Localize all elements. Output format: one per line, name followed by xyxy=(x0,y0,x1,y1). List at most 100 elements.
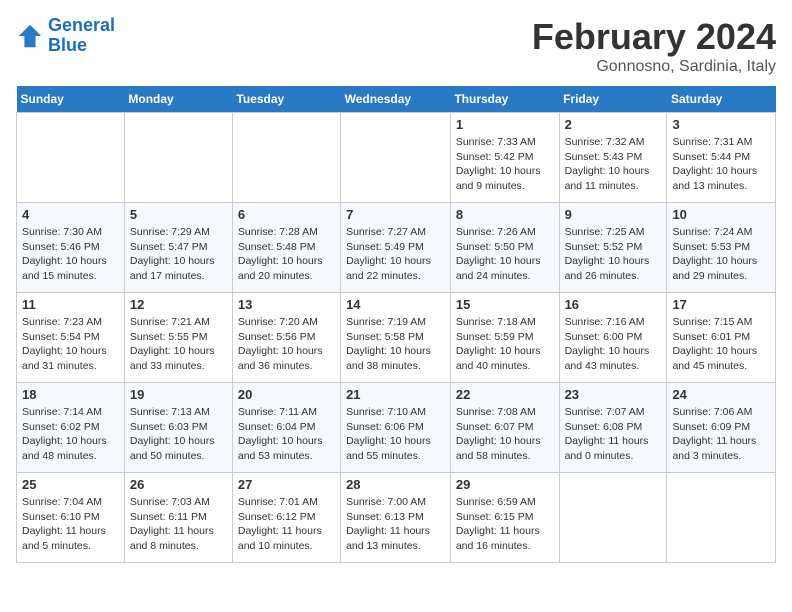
day-number: 22 xyxy=(456,387,554,402)
day-info: Sunrise: 7:03 AM Sunset: 6:11 PM Dayligh… xyxy=(130,495,227,554)
calendar-day-cell xyxy=(667,473,776,563)
day-number: 9 xyxy=(565,207,662,222)
day-number: 11 xyxy=(22,297,119,312)
weekday-header-cell: Wednesday xyxy=(341,86,451,113)
weekday-header-cell: Tuesday xyxy=(232,86,340,113)
calendar-day-cell: 16Sunrise: 7:16 AM Sunset: 6:00 PM Dayli… xyxy=(559,293,667,383)
calendar-day-cell xyxy=(232,113,340,203)
calendar-week-row: 4 Sunrise: 7:30 AM Sunset: 5:46 PM Daylig… xyxy=(17,203,776,293)
calendar-day-cell: 8 Sunrise: 7:26 AM Sunset: 5:50 PM Daylig… xyxy=(450,203,559,293)
calendar-day-cell: 10 Sunrise: 7:24 AM Sunset: 5:53 PM Dayli… xyxy=(667,203,776,293)
day-info: Sunrise: 7:29 AM Sunset: 5:47 PM Dayligh… xyxy=(130,225,227,284)
calendar-day-cell xyxy=(559,473,667,563)
calendar-week-row: 18Sunrise: 7:14 AM Sunset: 6:02 PM Dayli… xyxy=(17,383,776,473)
calendar-day-cell: 25 Sunrise: 7:04 AM Sunset: 6:10 PM Dayli… xyxy=(17,473,125,563)
calendar-day-cell xyxy=(17,113,125,203)
calendar-day-cell: 5 Sunrise: 7:29 AM Sunset: 5:47 PM Daylig… xyxy=(124,203,232,293)
calendar-day-cell: 28 Sunrise: 7:00 AM Sunset: 6:13 PM Dayli… xyxy=(341,473,451,563)
day-info: Sunrise: 7:01 AM Sunset: 6:12 PM Dayligh… xyxy=(238,495,335,554)
day-info: Sunrise: 7:23 AM Sunset: 5:54 PM Dayligh… xyxy=(22,315,119,374)
day-info: Sunrise: 7:20 AM Sunset: 5:56 PM Dayligh… xyxy=(238,315,335,374)
title-area: February 2024 Gonnosno, Sardinia, Italy xyxy=(532,16,776,76)
calendar-day-cell: 24 Sunrise: 7:06 AM Sunset: 6:09 PM Dayli… xyxy=(667,383,776,473)
day-info: Sunrise: 7:21 AM Sunset: 5:55 PM Dayligh… xyxy=(130,315,227,374)
day-info: Sunrise: 7:13 AM Sunset: 6:03 PM Dayligh… xyxy=(130,405,227,464)
day-number: 26 xyxy=(130,477,227,492)
day-info: Sunrise: 7:32 AM Sunset: 5:43 PM Dayligh… xyxy=(565,135,662,194)
day-number: 8 xyxy=(456,207,554,222)
day-info: Sunrise: 7:24 AM Sunset: 5:53 PM Dayligh… xyxy=(672,225,770,284)
day-number: 7 xyxy=(346,207,445,222)
day-info: Sunrise: 7:06 AM Sunset: 6:09 PM Dayligh… xyxy=(672,405,770,464)
weekday-header-cell: Friday xyxy=(559,86,667,113)
day-number: 1 xyxy=(456,117,554,132)
weekday-header-cell: Saturday xyxy=(667,86,776,113)
day-info: Sunrise: 7:11 AM Sunset: 6:04 PM Dayligh… xyxy=(238,405,335,464)
calendar-week-row: 11 Sunrise: 7:23 AM Sunset: 5:54 PM Dayli… xyxy=(17,293,776,383)
calendar-day-cell: 2Sunrise: 7:32 AM Sunset: 5:43 PM Daylig… xyxy=(559,113,667,203)
calendar-day-cell: 17 Sunrise: 7:15 AM Sunset: 6:01 PM Dayli… xyxy=(667,293,776,383)
day-info: Sunrise: 7:27 AM Sunset: 5:49 PM Dayligh… xyxy=(346,225,445,284)
day-number: 24 xyxy=(672,387,770,402)
day-info: Sunrise: 7:33 AM Sunset: 5:42 PM Dayligh… xyxy=(456,135,554,194)
day-number: 13 xyxy=(238,297,335,312)
calendar-table: SundayMondayTuesdayWednesdayThursdayFrid… xyxy=(16,86,776,563)
day-info: Sunrise: 7:31 AM Sunset: 5:44 PM Dayligh… xyxy=(672,135,770,194)
day-info: Sunrise: 7:26 AM Sunset: 5:50 PM Dayligh… xyxy=(456,225,554,284)
day-number: 17 xyxy=(672,297,770,312)
calendar-day-cell: 12 Sunrise: 7:21 AM Sunset: 5:55 PM Dayli… xyxy=(124,293,232,383)
calendar-day-cell xyxy=(341,113,451,203)
calendar-week-row: 25 Sunrise: 7:04 AM Sunset: 6:10 PM Dayli… xyxy=(17,473,776,563)
day-info: Sunrise: 7:15 AM Sunset: 6:01 PM Dayligh… xyxy=(672,315,770,374)
day-info: Sunrise: 7:25 AM Sunset: 5:52 PM Dayligh… xyxy=(565,225,662,284)
day-info: Sunrise: 7:28 AM Sunset: 5:48 PM Dayligh… xyxy=(238,225,335,284)
day-info: Sunrise: 7:08 AM Sunset: 6:07 PM Dayligh… xyxy=(456,405,554,464)
day-number: 10 xyxy=(672,207,770,222)
day-number: 25 xyxy=(22,477,119,492)
calendar-day-cell: 18Sunrise: 7:14 AM Sunset: 6:02 PM Dayli… xyxy=(17,383,125,473)
day-number: 14 xyxy=(346,297,445,312)
calendar-day-cell: 13 Sunrise: 7:20 AM Sunset: 5:56 PM Dayli… xyxy=(232,293,340,383)
calendar-day-cell: 23Sunrise: 7:07 AM Sunset: 6:08 PM Dayli… xyxy=(559,383,667,473)
page-header: GeneralBlue February 2024 Gonnosno, Sard… xyxy=(16,16,776,76)
day-number: 27 xyxy=(238,477,335,492)
day-number: 21 xyxy=(346,387,445,402)
day-info: Sunrise: 7:19 AM Sunset: 5:58 PM Dayligh… xyxy=(346,315,445,374)
weekday-header-row: SundayMondayTuesdayWednesdayThursdayFrid… xyxy=(17,86,776,113)
calendar-body: 1 Sunrise: 7:33 AM Sunset: 5:42 PM Daylig… xyxy=(17,113,776,563)
day-info: Sunrise: 7:18 AM Sunset: 5:59 PM Dayligh… xyxy=(456,315,554,374)
day-number: 29 xyxy=(456,477,554,492)
day-info: Sunrise: 7:30 AM Sunset: 5:46 PM Dayligh… xyxy=(22,225,119,284)
calendar-week-row: 1 Sunrise: 7:33 AM Sunset: 5:42 PM Daylig… xyxy=(17,113,776,203)
day-info: Sunrise: 6:59 AM Sunset: 6:15 PM Dayligh… xyxy=(456,495,554,554)
calendar-day-cell: 14 Sunrise: 7:19 AM Sunset: 5:58 PM Dayli… xyxy=(341,293,451,383)
calendar-day-cell: 29 Sunrise: 6:59 AM Sunset: 6:15 PM Dayli… xyxy=(450,473,559,563)
weekday-header-cell: Thursday xyxy=(450,86,559,113)
calendar-day-cell: 21 Sunrise: 7:10 AM Sunset: 6:06 PM Dayli… xyxy=(341,383,451,473)
logo: GeneralBlue xyxy=(16,16,115,56)
calendar-day-cell: 20 Sunrise: 7:11 AM Sunset: 6:04 PM Dayli… xyxy=(232,383,340,473)
day-info: Sunrise: 7:00 AM Sunset: 6:13 PM Dayligh… xyxy=(346,495,445,554)
day-info: Sunrise: 7:07 AM Sunset: 6:08 PM Dayligh… xyxy=(565,405,662,464)
day-number: 12 xyxy=(130,297,227,312)
calendar-day-cell: 7 Sunrise: 7:27 AM Sunset: 5:49 PM Daylig… xyxy=(341,203,451,293)
month-title: February 2024 xyxy=(532,16,776,58)
day-number: 5 xyxy=(130,207,227,222)
day-number: 20 xyxy=(238,387,335,402)
day-info: Sunrise: 7:04 AM Sunset: 6:10 PM Dayligh… xyxy=(22,495,119,554)
day-number: 19 xyxy=(130,387,227,402)
logo-icon xyxy=(16,22,44,50)
calendar-day-cell: 27 Sunrise: 7:01 AM Sunset: 6:12 PM Dayli… xyxy=(232,473,340,563)
day-number: 18 xyxy=(22,387,119,402)
day-number: 4 xyxy=(22,207,119,222)
day-number: 28 xyxy=(346,477,445,492)
calendar-day-cell: 11 Sunrise: 7:23 AM Sunset: 5:54 PM Dayli… xyxy=(17,293,125,383)
calendar-day-cell: 26 Sunrise: 7:03 AM Sunset: 6:11 PM Dayli… xyxy=(124,473,232,563)
day-number: 6 xyxy=(238,207,335,222)
calendar-day-cell: 6 Sunrise: 7:28 AM Sunset: 5:48 PM Daylig… xyxy=(232,203,340,293)
calendar-day-cell: 9 Sunrise: 7:25 AM Sunset: 5:52 PM Daylig… xyxy=(559,203,667,293)
weekday-header-cell: Sunday xyxy=(17,86,125,113)
day-number: 3 xyxy=(672,117,770,132)
day-number: 16 xyxy=(565,297,662,312)
day-info: Sunrise: 7:10 AM Sunset: 6:06 PM Dayligh… xyxy=(346,405,445,464)
